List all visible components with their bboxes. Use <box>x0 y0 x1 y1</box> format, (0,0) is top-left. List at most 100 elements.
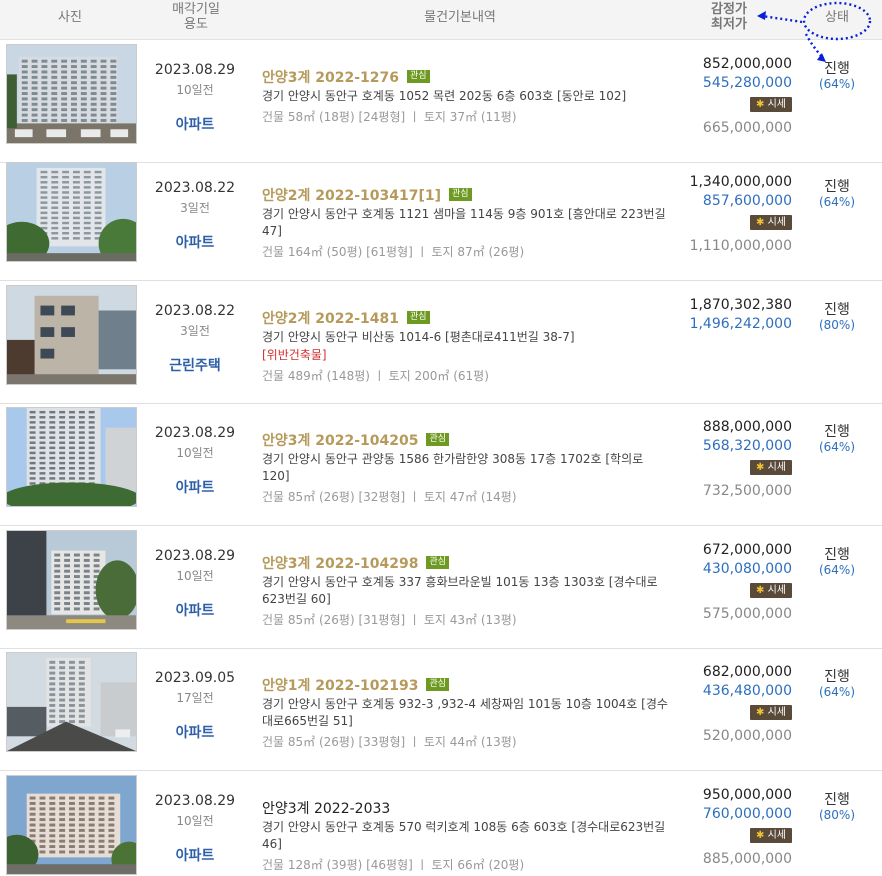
table-row[interactable]: 2023.09.05 17일전 아파트 안양1계 2022-102193 관심 경… <box>0 648 882 771</box>
market-price-label: 시세 <box>767 99 786 110</box>
property-use-link[interactable]: 아파트 <box>144 722 246 742</box>
kb-logo-icon: ✱ <box>756 830 765 841</box>
appraised-price: 888,000,000 <box>702 419 792 435</box>
kb-logo-icon: ✱ <box>756 217 765 228</box>
sale-date: 2023.08.22 <box>154 303 236 319</box>
property-photo[interactable] <box>6 775 137 875</box>
minimum-price: 857,600,000 <box>702 193 792 209</box>
case-number-link[interactable]: 안양1계 2022-102193 <box>262 675 418 695</box>
area-info: 건물 164㎡ (50평) [61평형] ㅣ 토지 87㎡ (26평) <box>262 244 525 259</box>
minimum-percent: (80%) <box>818 808 856 822</box>
table-row[interactable]: 2023.08.22 3일전 아파트 안양2계 2022-103417[1] 관심… <box>0 158 882 281</box>
header-appraised: 감정가 <box>711 2 747 17</box>
minimum-price: 436,480,000 <box>702 683 792 699</box>
table-row[interactable]: 2023.08.29 10일전 아파트 안양3계 2022-104205 관심 경… <box>0 403 882 526</box>
auction-status: 진행 <box>824 547 850 563</box>
property-use-link[interactable]: 근린주택 <box>144 355 246 375</box>
header-price: 감정가 최저가 <box>690 2 768 32</box>
interest-badge[interactable]: 관심 <box>426 678 450 691</box>
header-status: 상태 <box>825 10 849 25</box>
interest-badge[interactable]: 관심 <box>426 433 450 446</box>
property-use-link[interactable]: 아파트 <box>144 845 246 865</box>
market-price-label: 시세 <box>767 585 786 596</box>
kb-logo-icon: ✱ <box>756 462 765 473</box>
interest-badge[interactable]: 관심 <box>407 311 430 324</box>
interest-badge[interactable]: 관심 <box>407 70 430 83</box>
minimum-percent: (64%) <box>818 563 856 577</box>
market-price-button[interactable]: ✱ 시세 <box>750 705 792 720</box>
interest-badge[interactable]: 관심 <box>426 556 450 569</box>
case-number-link[interactable]: 안양3계 2022-1276 <box>262 67 399 87</box>
case-number-link[interactable]: 안양3계 2022-2033 <box>262 798 390 818</box>
market-price-value: 665,000,000 <box>702 120 792 136</box>
appraised-price: 1,870,302,380 <box>689 297 792 313</box>
property-photo[interactable] <box>6 652 137 752</box>
sale-date: 2023.08.22 <box>154 180 236 196</box>
property-use-link[interactable]: 아파트 <box>144 232 246 252</box>
market-price-label: 시세 <box>767 217 786 228</box>
table-header: 사진 매각기일 용도 물건기본내역 감정가 최저가 상태 <box>0 0 882 40</box>
market-price-value: 520,000,000 <box>702 728 792 744</box>
case-number-link[interactable]: 안양2계 2022-1481 <box>262 308 399 328</box>
days-ago: 3일전 <box>180 324 210 338</box>
days-ago: 10일전 <box>176 569 214 583</box>
market-price-button[interactable]: ✱ 시세 <box>750 460 792 475</box>
minimum-price: 545,280,000 <box>702 75 792 91</box>
area-info: 건물 489㎡ (148평) ㅣ 토지 200㎡ (61평) <box>262 368 489 383</box>
appraised-price: 852,000,000 <box>702 56 792 72</box>
property-use-link[interactable]: 아파트 <box>144 477 246 497</box>
case-number-link[interactable]: 안양3계 2022-104205 <box>262 430 418 450</box>
minimum-percent: (80%) <box>818 318 856 332</box>
appraised-price: 1,340,000,000 <box>689 174 792 190</box>
table-row[interactable]: 2023.08.29 10일전 아파트 안양3계 2022-104298 관심 경… <box>0 526 882 649</box>
days-ago: 3일전 <box>180 201 210 215</box>
appraised-price: 672,000,000 <box>702 542 792 558</box>
minimum-percent: (64%) <box>818 685 856 699</box>
market-price-button[interactable]: ✱ 시세 <box>750 97 792 112</box>
header-minimum: 최저가 <box>711 17 747 32</box>
property-address: 경기 안양시 동안구 호계동 337 흥화브라운빌 101동 13층 1303호… <box>262 574 658 606</box>
area-info: 건물 58㎡ (18평) [24평형] ㅣ 토지 37㎡ (11평) <box>262 109 517 124</box>
market-price-button[interactable]: ✱ 시세 <box>750 215 792 230</box>
property-address: 경기 안양시 동안구 관양동 1586 한가람한양 308동 17층 1702호… <box>262 451 644 483</box>
property-address: 경기 안양시 동안구 호계동 1121 샘마을 114동 9층 901호 [흥안… <box>262 206 666 238</box>
sale-date: 2023.08.29 <box>154 548 236 564</box>
header-use: 용도 <box>184 17 208 32</box>
auction-status: 진행 <box>824 792 850 808</box>
market-price-button[interactable]: ✱ 시세 <box>750 583 792 598</box>
property-photo[interactable] <box>6 162 137 262</box>
area-info: 건물 85㎡ (26평) [33평형] ㅣ 토지 44㎡ (13평) <box>262 734 517 749</box>
property-use-link[interactable]: 아파트 <box>144 114 246 134</box>
case-number-link[interactable]: 안양3계 2022-104298 <box>262 553 418 573</box>
property-info-cell: 안양3계 2022-2033 경기 안양시 동안구 호계동 570 럭키호계 1… <box>262 797 672 874</box>
header-photo: 사진 <box>58 10 82 25</box>
kb-logo-icon: ✱ <box>756 707 765 718</box>
property-address: 경기 안양시 동안구 비산동 1014-6 [평촌대로411번길 38-7] <box>262 329 575 344</box>
market-price-button[interactable]: ✱ 시세 <box>750 828 792 843</box>
appraised-price: 950,000,000 <box>702 787 792 803</box>
case-number-link[interactable]: 안양2계 2022-103417[1] <box>262 185 441 205</box>
days-ago: 17일전 <box>176 691 214 705</box>
property-photo[interactable] <box>6 44 137 144</box>
property-info-cell: 안양2계 2022-103417[1] 관심 경기 안양시 동안구 호계동 112… <box>262 184 672 261</box>
days-ago: 10일전 <box>176 83 214 97</box>
kb-logo-icon: ✱ <box>756 585 765 596</box>
table-row[interactable]: 2023.08.29 10일전 아파트 안양3계 2022-2033 경기 안양… <box>0 771 882 876</box>
property-info-cell: 안양3계 2022-104298 관심 경기 안양시 동안구 호계동 337 흥화… <box>262 552 672 629</box>
sale-date: 2023.09.05 <box>154 670 236 686</box>
area-info: 건물 128㎡ (39평) [46평형] ㅣ 토지 66㎡ (20평) <box>262 857 525 872</box>
property-photo[interactable] <box>6 285 137 385</box>
auction-status: 진행 <box>824 61 850 77</box>
table-row[interactable]: 2023.08.29 10일전 아파트 안양3계 2022-1276 관심 경기 … <box>0 40 882 163</box>
minimum-percent: (64%) <box>818 77 856 91</box>
property-address: 경기 안양시 동안구 호계동 1052 목련 202동 6층 603호 [동안로… <box>262 88 627 103</box>
property-use-link[interactable]: 아파트 <box>144 600 246 620</box>
property-info-cell: 안양1계 2022-102193 관심 경기 안양시 동안구 호계동 932-3 … <box>262 674 672 751</box>
market-price-label: 시세 <box>767 707 786 718</box>
property-photo[interactable] <box>6 530 137 630</box>
auction-status: 진행 <box>824 179 850 195</box>
table-row[interactable]: 2023.08.22 3일전 근린주택 안양2계 2022-1481 관심 경기 … <box>0 281 882 404</box>
interest-badge[interactable]: 관심 <box>449 188 472 201</box>
property-address: 경기 안양시 동안구 호계동 570 럭키호계 108동 6층 603호 [경수… <box>262 819 666 851</box>
property-photo[interactable] <box>6 407 137 507</box>
